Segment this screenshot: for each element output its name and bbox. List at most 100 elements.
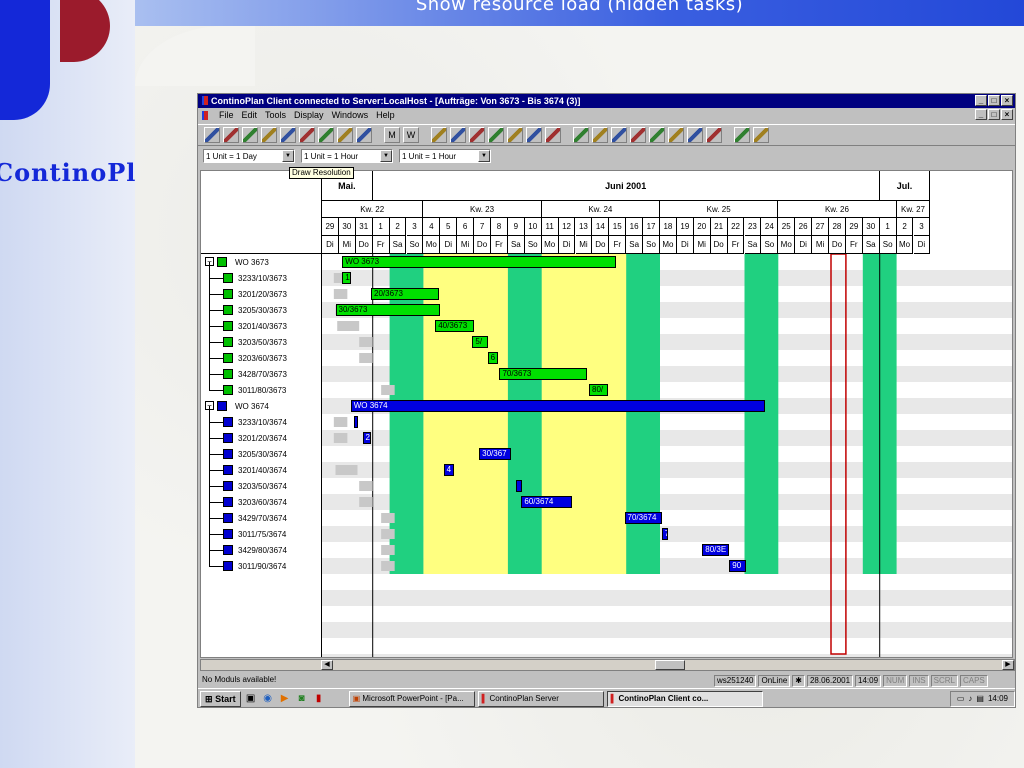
info-icon[interactable]: info-icon	[356, 127, 372, 143]
menu-help[interactable]: Help	[376, 110, 395, 120]
folder-icon[interactable]: folder-icon	[526, 127, 542, 143]
dropdown-arrow-icon[interactable]: ▼	[478, 150, 490, 162]
save-icon[interactable]: save-icon	[280, 127, 296, 143]
menu-windows[interactable]: Windows	[332, 110, 369, 120]
tree-task-row[interactable]: 3011/80/3673	[201, 374, 322, 398]
print-preview-icon[interactable]: print-preview-icon	[318, 127, 334, 143]
gantt3-icon[interactable]: gantt3-icon	[469, 127, 485, 143]
start-button[interactable]: ⊞ Start	[200, 690, 241, 707]
day-resolution-select[interactable]: 1 Unit = 1 Day ▼	[203, 149, 295, 163]
mdi-minimize-button[interactable]: _	[975, 109, 987, 120]
gantt-bar[interactable]: WO 3673	[342, 256, 617, 268]
view1-icon[interactable]: view1-icon	[592, 127, 608, 143]
gantt-bar[interactable]: 7	[661, 528, 669, 540]
gantt1-icon[interactable]: gantt1-icon	[431, 127, 447, 143]
gantt-bar[interactable]: WO 3674	[350, 400, 765, 412]
menu-display[interactable]: Display	[294, 110, 324, 120]
zoom-out-icon[interactable]: zoom-out-icon	[753, 127, 769, 143]
view3-icon[interactable]: view3-icon	[630, 127, 646, 143]
copy-icon[interactable]: copy-icon	[299, 127, 315, 143]
gantt-bar[interactable]: 4	[443, 464, 454, 476]
tree-task-row[interactable]: 3201/20/3673	[201, 278, 322, 302]
menu-file[interactable]: File	[219, 110, 234, 120]
minimize-button[interactable]: _	[975, 95, 987, 106]
media-icon[interactable]: ▶	[278, 693, 292, 704]
gantt-bar[interactable]: 40/3673	[435, 320, 475, 332]
report-icon[interactable]: report-icon	[223, 127, 239, 143]
menu-tools[interactable]: Tools	[265, 110, 286, 120]
scroll-thumb[interactable]	[655, 660, 685, 670]
tree-task-row[interactable]: 3203/60/3673	[201, 342, 322, 366]
tree-task-row[interactable]: 3011/75/3674	[201, 518, 322, 542]
tree-task-row[interactable]: 3205/30/3674	[201, 438, 322, 462]
gantt-bar[interactable]: 20/3673	[371, 288, 439, 300]
gantt-bar[interactable]: 2	[362, 432, 371, 444]
tray-sound-icon[interactable]: ♪	[968, 692, 972, 706]
app-icon[interactable]: ◙	[295, 693, 309, 704]
tool-icon[interactable]: ▮	[312, 693, 326, 704]
maximize-button[interactable]: □	[988, 95, 1000, 106]
tree-task-row[interactable]: 3428/70/3673	[201, 358, 322, 382]
print-icon[interactable]: print-icon	[204, 127, 220, 143]
toolbar-m-button[interactable]: M	[384, 127, 400, 143]
hour-resolution-select[interactable]: 1 Unit = 1 Hour ▼	[301, 149, 393, 163]
gantt-bar[interactable]: 60/3674	[521, 496, 573, 508]
menu-edit[interactable]: Edit	[242, 110, 258, 120]
open-icon[interactable]: open-icon	[261, 127, 277, 143]
zoom-in-icon[interactable]: zoom-in-icon	[734, 127, 750, 143]
move-icon[interactable]: move-icon	[545, 127, 561, 143]
tree-task-row[interactable]: 3205/30/3673	[201, 294, 322, 318]
tree-task-row[interactable]: 3201/40/3674	[201, 454, 322, 478]
tree-group-row[interactable]: −WO 3674	[201, 398, 322, 414]
taskbar-client[interactable]: ▌ ContinoPlan Client co...	[606, 690, 763, 707]
tray-network-icon[interactable]: ▤	[976, 692, 984, 706]
close-button[interactable]: ×	[1001, 95, 1013, 106]
gantt-bar[interactable]: 1	[342, 272, 351, 284]
desktop-icon[interactable]: ▣	[244, 693, 258, 704]
toolbar-w-button[interactable]: W	[403, 127, 419, 143]
dropdown-arrow-icon[interactable]: ▼	[380, 150, 392, 162]
save2-icon[interactable]: save2-icon	[337, 127, 353, 143]
tree-task-row[interactable]: 3203/60/3674	[201, 486, 322, 510]
gantt-bar[interactable]: 70/3674	[624, 512, 662, 524]
horizontal-scrollbar[interactable]: ◀ ▶	[200, 659, 1015, 671]
taskbar-powerpoint[interactable]: ▣ Microsoft PowerPoint - [Pa...	[348, 690, 475, 707]
scroll-left-arrow-icon[interactable]: ◀	[321, 660, 333, 670]
gantt-bar[interactable]: 80/3E	[702, 544, 730, 556]
gantt-bar[interactable]: 90	[729, 560, 747, 572]
tree-task-row[interactable]: 3429/80/3674	[201, 534, 322, 558]
chart-icon[interactable]: chart-icon	[668, 127, 684, 143]
draw-resolution-select[interactable]: 1 Unit = 1 Hour ▼	[399, 149, 491, 163]
tree-task-row[interactable]: 3233/10/3674	[201, 406, 322, 430]
props-icon[interactable]: props-icon	[687, 127, 703, 143]
unlink-icon[interactable]: unlink-icon	[507, 127, 523, 143]
mdi-doc-icon[interactable]	[202, 110, 208, 120]
tray-monitor-icon[interactable]: ▭	[957, 692, 965, 706]
gantt-bar[interactable]: 70/3673	[499, 368, 588, 380]
taskbar-server[interactable]: ▌ ContinoPlan Server	[477, 690, 604, 707]
mdi-close-button[interactable]: ×	[1001, 109, 1013, 120]
gantt-bar[interactable]: 5/	[472, 336, 488, 348]
gantt-bar[interactable]: 30/367	[479, 448, 512, 460]
scroll-right-arrow-icon[interactable]: ▶	[1002, 660, 1014, 670]
tree-task-row[interactable]: 3429/70/3674	[201, 502, 322, 526]
gantt-bar[interactable]	[516, 480, 523, 492]
tree-task-row[interactable]: 3201/40/3673	[201, 310, 322, 334]
tree-task-row[interactable]: 3203/50/3673	[201, 326, 322, 350]
gantt-bar[interactable]: 6	[487, 352, 498, 364]
gantt-bar[interactable]	[354, 416, 359, 428]
tree-task-row[interactable]: 3201/20/3674	[201, 422, 322, 446]
pen-icon[interactable]: pen-icon	[706, 127, 722, 143]
gantt-bar[interactable]: 80/	[589, 384, 608, 396]
mdi-restore-button[interactable]: □	[988, 109, 1000, 120]
gantt2-icon[interactable]: gantt2-icon	[450, 127, 466, 143]
gantt-bar[interactable]: 30/3673	[335, 304, 441, 316]
title-bar[interactable]: ContinoPlan Client connected to Server:L…	[198, 94, 1015, 108]
tree-task-row[interactable]: 3203/50/3674	[201, 470, 322, 494]
tree-group-row[interactable]: −WO 3673	[201, 254, 322, 270]
dropdown-arrow-icon[interactable]: ▼	[282, 150, 294, 162]
person-icon[interactable]: person-icon	[242, 127, 258, 143]
view2-icon[interactable]: view2-icon	[611, 127, 627, 143]
tree-task-row[interactable]: 3233/10/3673	[201, 262, 322, 286]
shift-icon[interactable]: shift-icon	[573, 127, 589, 143]
